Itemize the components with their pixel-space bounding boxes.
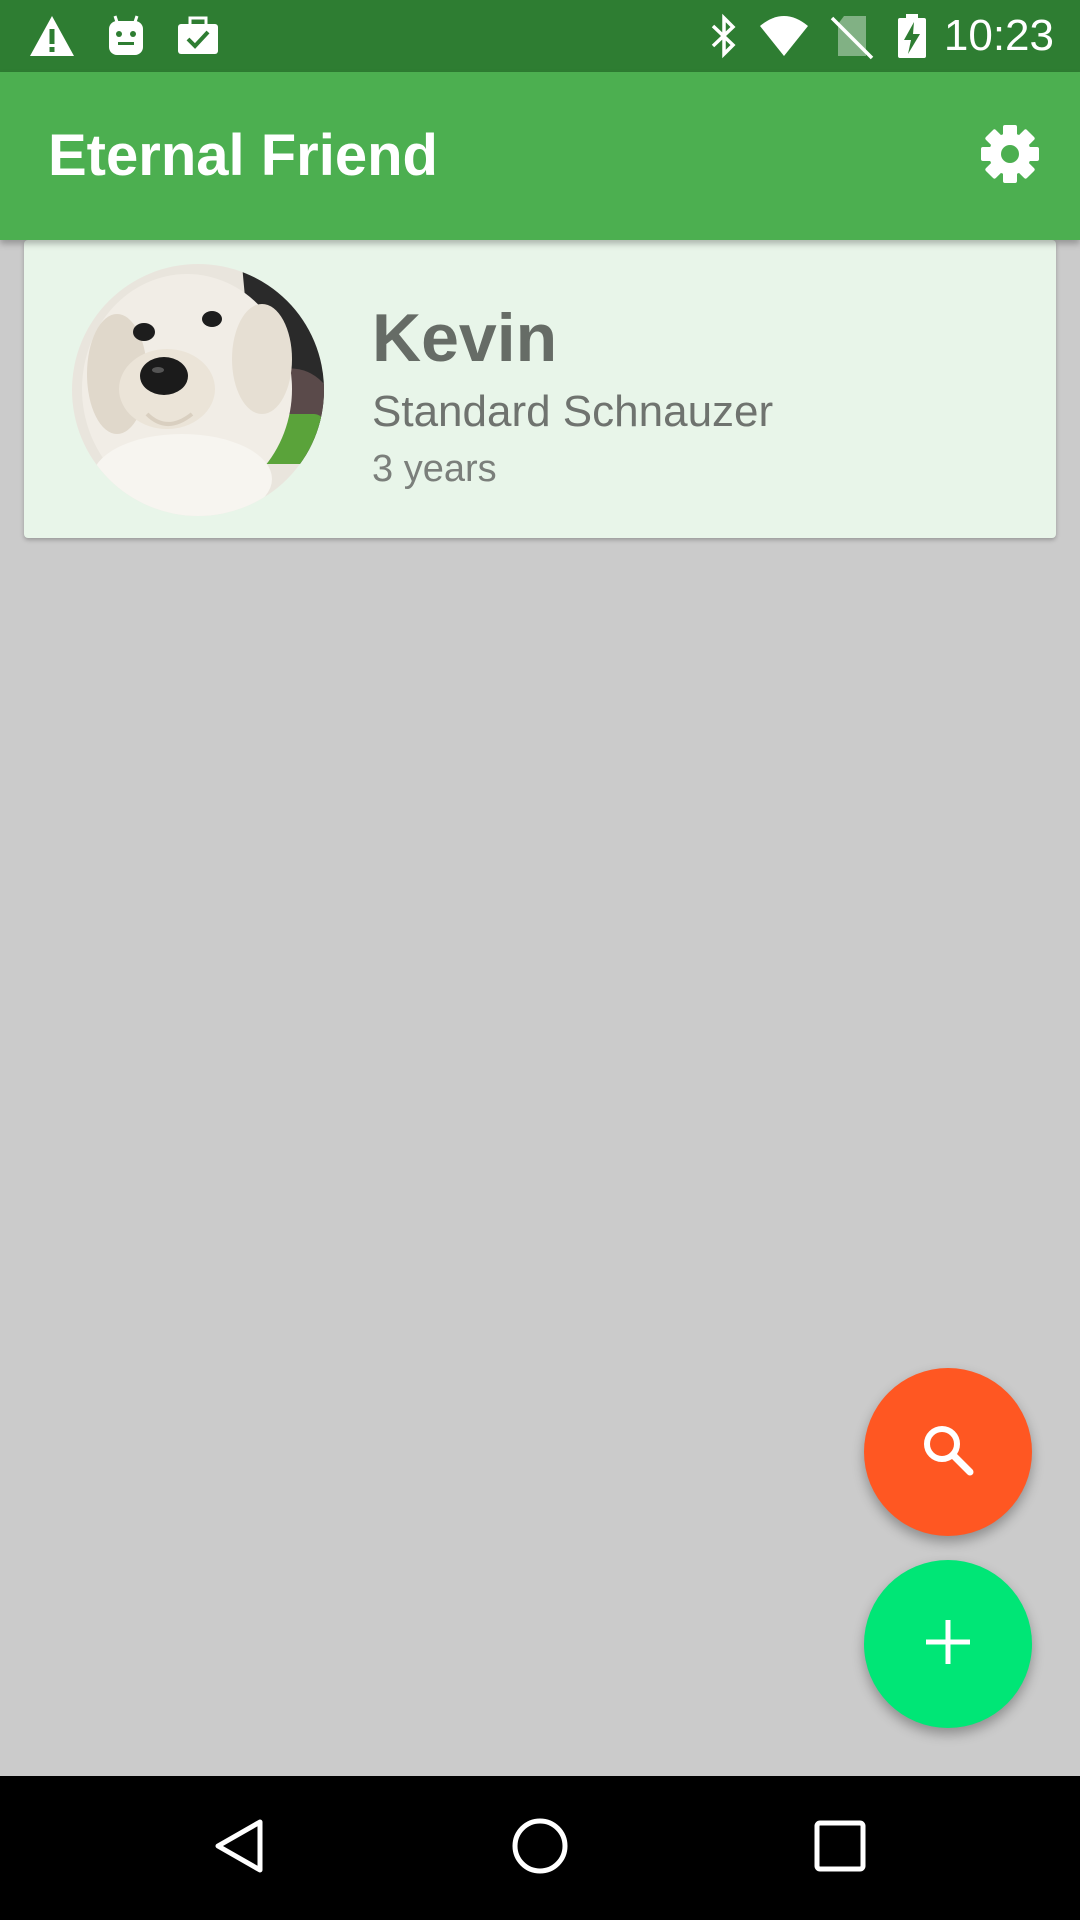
pet-breed: Standard Schnauzer bbox=[372, 387, 774, 436]
settings-gear-icon bbox=[979, 123, 1041, 190]
back-icon bbox=[210, 1816, 270, 1881]
recents-icon bbox=[812, 1818, 868, 1879]
plus-icon bbox=[924, 1618, 972, 1671]
nav-back-button[interactable] bbox=[192, 1800, 288, 1896]
app-bar: Eternal Friend bbox=[0, 72, 1080, 240]
pet-avatar bbox=[72, 264, 324, 516]
search-fab[interactable] bbox=[864, 1368, 1032, 1536]
nav-home-button[interactable] bbox=[492, 1800, 588, 1896]
status-time: 10:23 bbox=[943, 11, 1054, 60]
pet-name: Kevin bbox=[372, 300, 558, 376]
home-icon bbox=[510, 1816, 570, 1881]
settings-button[interactable] bbox=[968, 114, 1052, 198]
navigation-bar bbox=[0, 1776, 1080, 1920]
wifi-icon bbox=[760, 12, 808, 60]
dog-photo bbox=[72, 264, 324, 516]
app-title: Eternal Friend bbox=[48, 123, 438, 188]
search-icon bbox=[918, 1420, 978, 1485]
bluetooth-icon bbox=[700, 12, 748, 60]
status-bar: 10:23 bbox=[0, 0, 1080, 72]
add-pet-fab[interactable] bbox=[864, 1560, 1032, 1728]
pet-card[interactable]: Kevin Standard Schnauzer 3 years bbox=[24, 240, 1056, 538]
android-icon bbox=[102, 12, 150, 60]
nav-recents-button[interactable] bbox=[792, 1800, 888, 1896]
pet-age: 3 years bbox=[372, 448, 497, 490]
warning-icon bbox=[28, 12, 76, 60]
no-sim-icon bbox=[828, 12, 876, 60]
work-briefcase-icon bbox=[174, 12, 222, 60]
battery-charging-icon bbox=[888, 12, 936, 60]
screen: 10:23 Eternal Friend Kevin Standard Schn… bbox=[0, 0, 1080, 1920]
